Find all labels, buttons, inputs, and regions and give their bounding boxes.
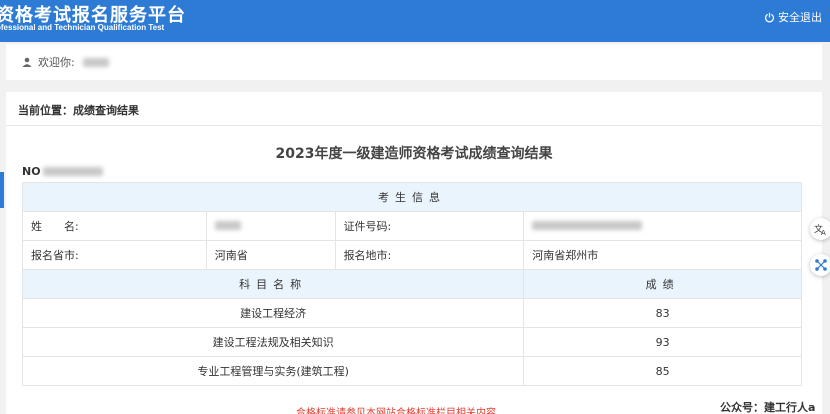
province-label: 报名省市: [22, 240, 207, 270]
page-title: 2023年度一级建造师资格考试成绩查询结果 [275, 146, 553, 162]
no-label: NO [22, 165, 41, 178]
name-label: 姓 名: [22, 211, 207, 241]
no-value-redacted [42, 167, 103, 176]
top-header: 资格考试报名服务平台 ofessional and Technician Qua… [0, 0, 830, 42]
score-header: 成绩 [523, 269, 802, 299]
table-row: 建设工程经济 83 [21, 298, 802, 328]
table-row: 专业工程管理与实务(建筑工程) 85 [21, 356, 802, 386]
subject-name: 建设工程经济 [21, 298, 525, 328]
subject-score: 85 [523, 356, 802, 386]
network-icon [815, 259, 827, 271]
id-label: 证件号码: [334, 211, 525, 241]
main-panel: 当前位置：成绩查询结果 2023年度一级建造师资格考试成绩查询结果 NO 考生信… [6, 92, 822, 414]
section-header: 考生信息 [22, 182, 802, 212]
logout-label: 安全退出 [778, 11, 822, 24]
province-value: 河南省 [205, 240, 336, 270]
registration-number: NO [22, 165, 103, 178]
logout-button[interactable]: 安全退出 [764, 9, 822, 25]
subject-name: 专业工程管理与实务(建筑工程) [21, 356, 525, 386]
subject-name: 建设工程法规及相关知识 [21, 327, 525, 357]
svg-text:A: A [821, 229, 826, 236]
side-tab[interactable] [0, 172, 4, 208]
welcome-label: 欢迎你: [38, 56, 75, 69]
translate-icon: 文 A [814, 223, 826, 236]
power-icon [765, 12, 774, 22]
passing-standard-note[interactable]: 合格标准请参见本网站合格标准栏目相关内容 [296, 404, 496, 414]
id-value [523, 211, 802, 241]
location-label: 报名地市: [334, 240, 525, 270]
location-value: 河南省郑州市 [523, 240, 802, 270]
name-value [205, 211, 336, 241]
user-icon [22, 57, 32, 67]
username-redacted [82, 57, 109, 67]
table-row: 建设工程法规及相关知识 93 [21, 327, 802, 357]
result-table: 考生信息 姓 名: 证件号码: 报名省市: 河南省 报名地市: 河南省郑州市 科… [21, 182, 802, 386]
table-row: 报名省市: 河南省 报名地市: 河南省郑州市 [22, 240, 802, 270]
welcome-bar: 欢迎你: [6, 44, 822, 80]
table-row: 考生信息 [22, 182, 802, 212]
subject-score: 83 [523, 298, 802, 328]
subject-score: 93 [523, 327, 802, 357]
subject-header: 科目名称 [21, 269, 525, 299]
breadcrumb: 当前位置：成绩查询结果 [6, 92, 822, 126]
site-subtitle: ofessional and Technician Qualification … [0, 23, 165, 32]
network-button[interactable] [810, 254, 830, 276]
watermark-text: 公众号：建工行人a [720, 401, 816, 414]
table-row: 姓 名: 证件号码: [22, 211, 802, 241]
translate-button[interactable]: 文 A [810, 218, 830, 240]
table-row: 科目名称 成绩 [21, 269, 802, 299]
